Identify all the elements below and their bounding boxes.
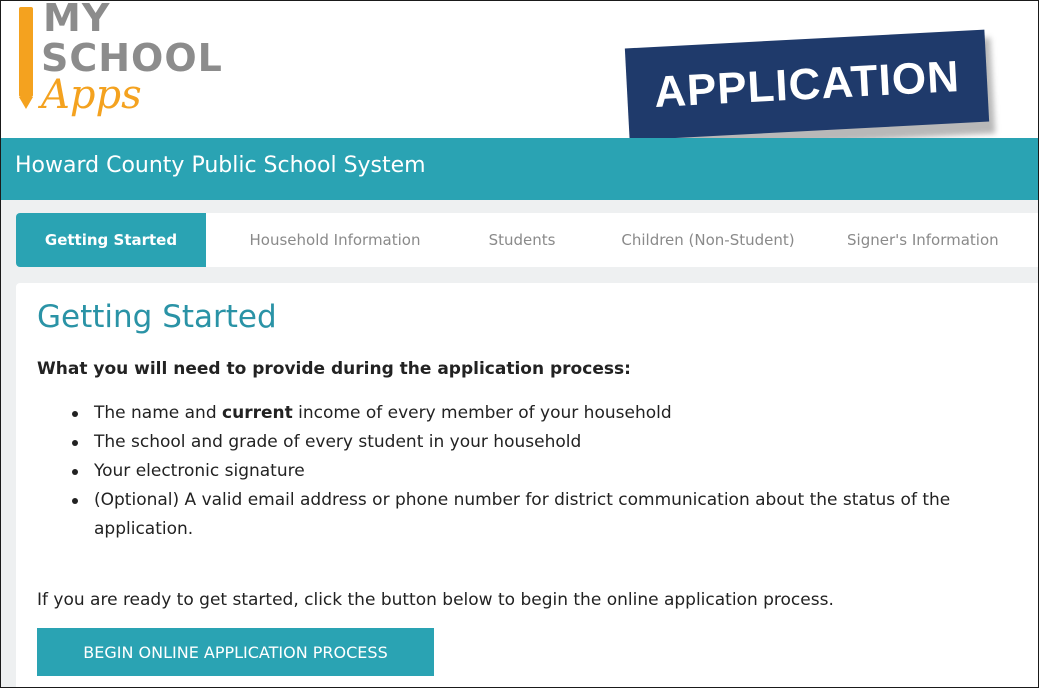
list-item-text: The name and: [94, 403, 223, 423]
list-item: The name and current income of every mem…: [65, 399, 1035, 428]
tab-children-non-student[interactable]: Children (Non-Student): [597, 213, 819, 267]
tab-signers-information[interactable]: Signer's Information: [847, 213, 1038, 267]
pencil-tip-icon: [19, 97, 33, 109]
list-item-text: income of every member of your household: [292, 403, 672, 423]
list-item: (Optional) A valid email address or phon…: [65, 486, 1035, 544]
tab-household-information[interactable]: Household Information: [224, 213, 446, 267]
ready-instructions: If you are ready to get started, click t…: [37, 590, 834, 610]
tab-students[interactable]: Students: [471, 213, 573, 267]
list-item: The school and grade of every student in…: [65, 428, 1035, 457]
application-banner: APPLICATION: [624, 29, 990, 141]
logo-text-my: MY: [43, 0, 111, 40]
requirements-list: The name and current income of every mem…: [65, 399, 1035, 544]
list-item-emphasis: current: [222, 403, 293, 423]
myschoolapps-logo[interactable]: MY SCHOOL Apps: [15, 1, 225, 130]
tab-getting-started[interactable]: Getting Started: [16, 213, 206, 267]
requirements-heading: What you will need to provide during the…: [37, 359, 631, 379]
page-title: Getting Started: [37, 299, 277, 335]
logo-text-apps: Apps: [41, 72, 142, 118]
list-item: Your electronic signature: [65, 457, 1035, 486]
screenshot-frame: MY SCHOOL Apps APPLICATION Howard County…: [0, 0, 1039, 688]
pencil-icon: [19, 7, 33, 97]
district-title: Howard County Public School System: [15, 153, 426, 178]
begin-application-button[interactable]: BEGIN ONLINE APPLICATION PROCESS: [37, 628, 434, 676]
